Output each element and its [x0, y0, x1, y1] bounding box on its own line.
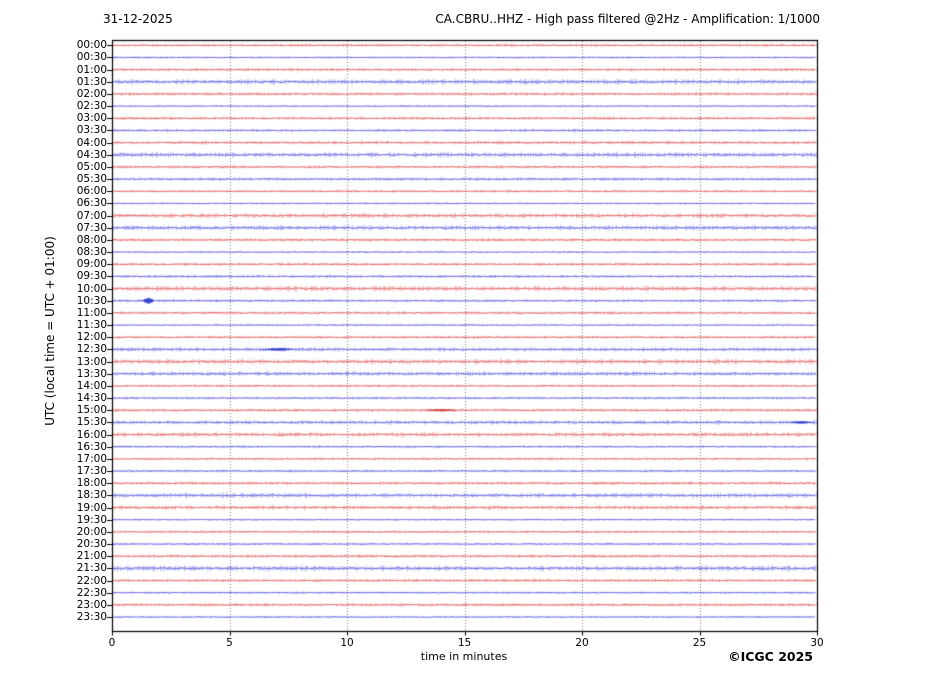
y-tick-label: 15:30: [47, 416, 107, 428]
y-tick-label: 01:30: [47, 76, 107, 88]
y-tick-label: 23:00: [47, 599, 107, 611]
y-tick-label: 19:30: [47, 514, 107, 526]
y-tick-label: 18:00: [47, 477, 107, 489]
date-label: 31-12-2025: [103, 12, 173, 26]
y-tick-label: 06:30: [47, 197, 107, 209]
y-tick-label: 07:30: [47, 222, 107, 234]
y-tick-label: 21:00: [47, 550, 107, 562]
helicorder-figure: 31-12-2025 CA.CBRU..HHZ - High pass filt…: [0, 0, 927, 696]
y-tick-label: 20:00: [47, 526, 107, 538]
y-tick-label: 16:00: [47, 429, 107, 441]
y-tick-label: 13:00: [47, 356, 107, 368]
y-tick-label: 05:30: [47, 173, 107, 185]
x-axis-label: time in minutes: [421, 650, 507, 663]
y-tick-label: 17:00: [47, 453, 107, 465]
y-tick-label: 11:00: [47, 307, 107, 319]
y-tick-label: 02:30: [47, 100, 107, 112]
y-tick-label: 18:30: [47, 489, 107, 501]
y-tick-label: 04:30: [47, 149, 107, 161]
y-tick-label: 11:30: [47, 319, 107, 331]
x-tick-label: 5: [210, 637, 250, 649]
y-tick-label: 14:30: [47, 392, 107, 404]
y-tick-label: 07:00: [47, 210, 107, 222]
y-tick-label: 02:00: [47, 88, 107, 100]
y-tick-label: 08:30: [47, 246, 107, 258]
y-tick-label: 00:00: [47, 39, 107, 51]
x-tick-label: 30: [797, 637, 837, 649]
y-tick-label: 22:30: [47, 587, 107, 599]
y-tick-label: 03:00: [47, 112, 107, 124]
y-tick-label: 10:30: [47, 295, 107, 307]
y-tick-label: 16:30: [47, 441, 107, 453]
x-tick-label: 20: [562, 637, 602, 649]
y-tick-label: 20:30: [47, 538, 107, 550]
y-tick-label: 19:00: [47, 502, 107, 514]
y-tick-label: 22:00: [47, 575, 107, 587]
plot-title: CA.CBRU..HHZ - High pass filtered @2Hz -…: [435, 12, 820, 26]
y-tick-label: 09:00: [47, 258, 107, 270]
y-tick-label: 00:30: [47, 51, 107, 63]
y-tick-label: 04:00: [47, 137, 107, 149]
copyright-label: ©ICGC 2025: [728, 649, 813, 664]
y-tick-label: 01:00: [47, 64, 107, 76]
y-tick-label: 08:00: [47, 234, 107, 246]
y-tick-label: 14:00: [47, 380, 107, 392]
x-tick-label: 25: [680, 637, 720, 649]
y-tick-label: 06:00: [47, 185, 107, 197]
y-tick-label: 17:30: [47, 465, 107, 477]
x-tick-label: 10: [327, 637, 367, 649]
y-tick-label: 09:30: [47, 270, 107, 282]
y-tick-label: 15:00: [47, 404, 107, 416]
x-tick-label: 0: [92, 637, 132, 649]
y-tick-label: 23:30: [47, 611, 107, 623]
y-tick-label: 03:30: [47, 124, 107, 136]
y-tick-label: 13:30: [47, 368, 107, 380]
y-tick-label: 12:30: [47, 343, 107, 355]
seismogram-traces-canvas: [0, 0, 927, 696]
y-tick-label: 21:30: [47, 562, 107, 574]
y-tick-label: 12:00: [47, 331, 107, 343]
x-tick-label: 15: [445, 637, 485, 649]
y-tick-label: 10:00: [47, 283, 107, 295]
y-tick-label: 05:00: [47, 161, 107, 173]
